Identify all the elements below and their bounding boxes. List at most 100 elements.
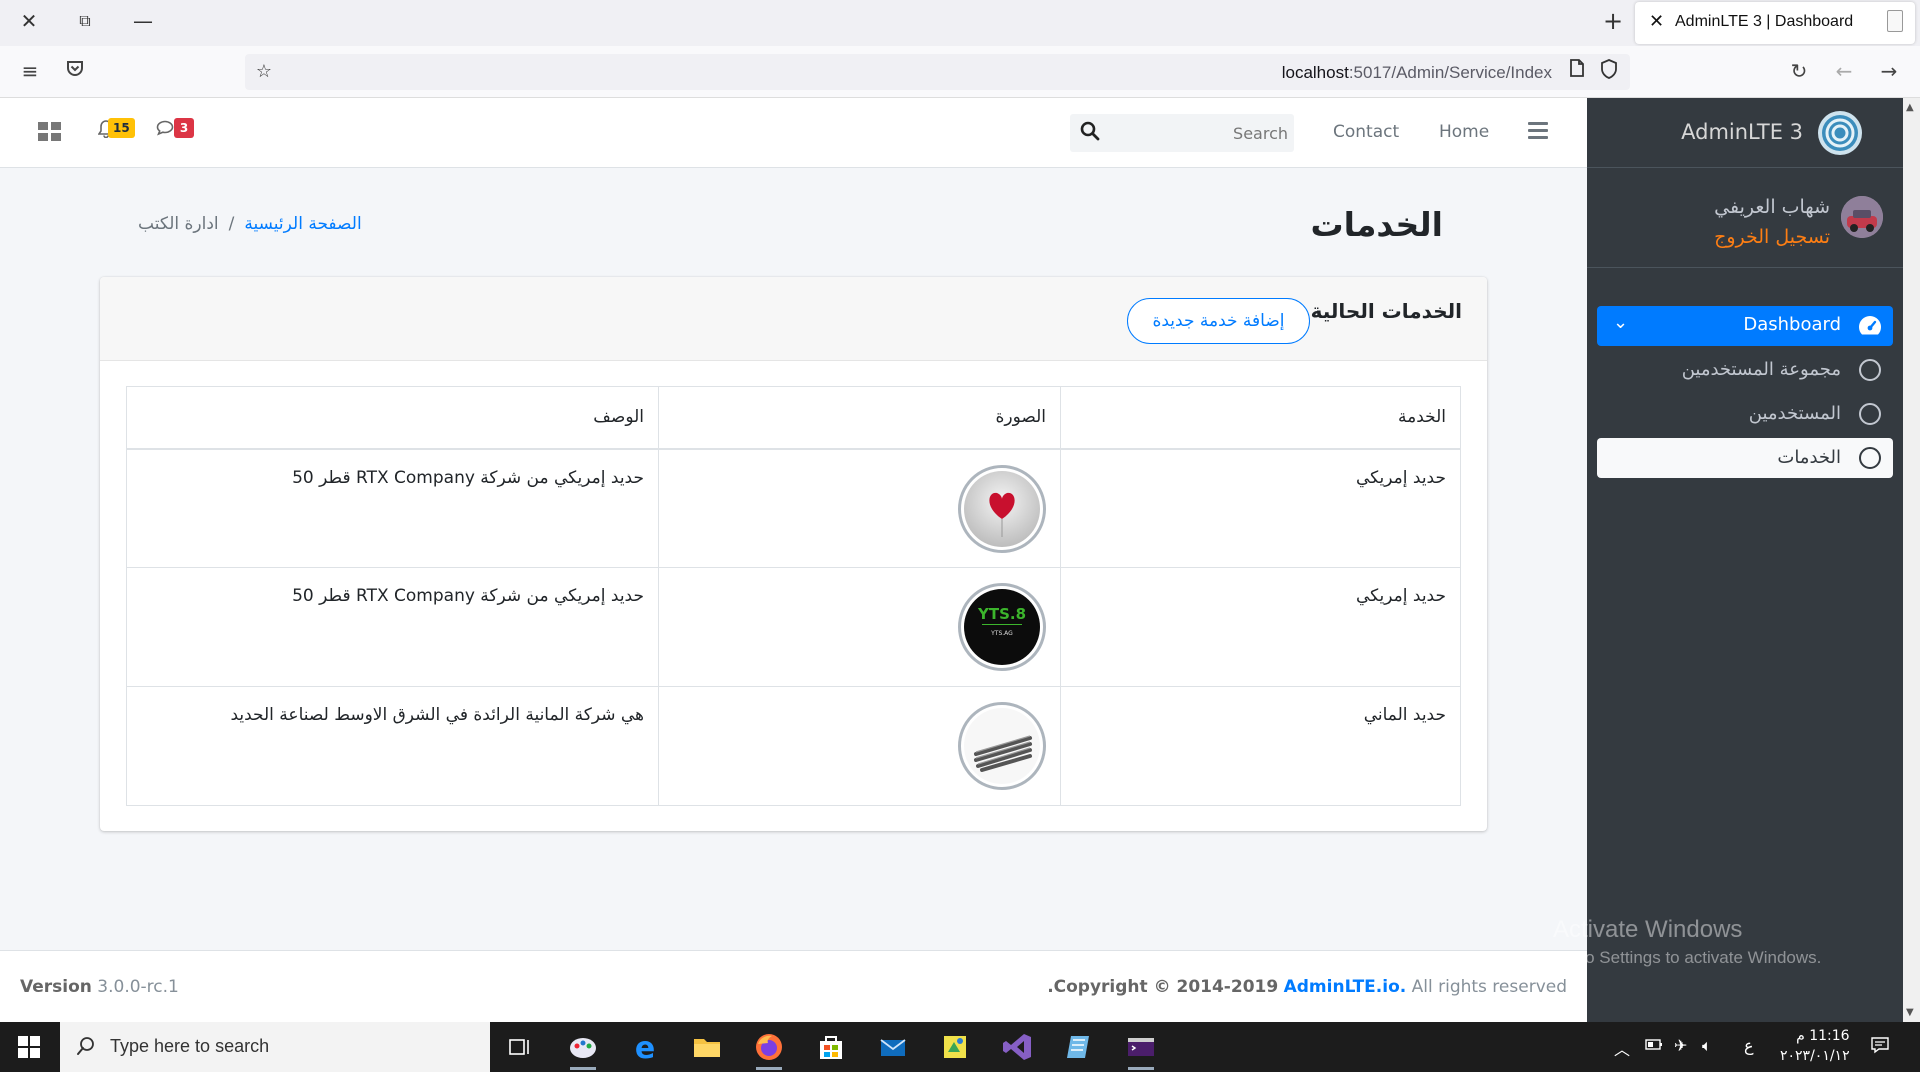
- page-favicon-icon: [1887, 10, 1903, 32]
- tab-close-icon[interactable]: ✕: [1649, 11, 1664, 32]
- window-close-icon[interactable]: ✕: [14, 6, 44, 36]
- forward-arrow-icon[interactable]: →: [1874, 56, 1904, 86]
- microsoft-store-icon[interactable]: [814, 1030, 848, 1064]
- firefox-icon[interactable]: [752, 1030, 786, 1070]
- service-name-cell: حديد إمريكي: [1060, 567, 1461, 687]
- sidebar-menu: Dashboard ⌄ مجموعة المستخدمين المستخدمين…: [1597, 306, 1893, 482]
- svg-text:YTS.AG: YTS.AG: [990, 630, 1013, 637]
- pocket-icon[interactable]: [60, 56, 90, 86]
- breadcrumb-separator: /: [228, 214, 235, 234]
- windows-taskbar: Type here to search e ︿ ✈ 🔈︎ ع 11:16 م ٢…: [0, 1022, 1920, 1072]
- add-service-button[interactable]: إضافة خدمة جديدة: [1127, 298, 1310, 344]
- service-image-cell: [658, 448, 1061, 568]
- volume-icon[interactable]: 🔈︎: [1702, 1036, 1712, 1056]
- main-sidebar: AdminLTE 3 شهاب العريفي تسجيل الخروج Das…: [1587, 98, 1903, 1022]
- new-tab-icon[interactable]: +: [1598, 6, 1628, 36]
- windows-start-icon[interactable]: [18, 1036, 40, 1058]
- sidebar-toggle-icon[interactable]: [1528, 122, 1548, 140]
- browser-tab-bar: ✕ ⧉ — + ✕ AdminLTE 3 | Dashboard: [0, 0, 1920, 46]
- adminlte-link[interactable]: AdminLTE.io.: [1284, 977, 1407, 997]
- card-title: الخدمات الحالية: [1310, 299, 1462, 323]
- activate-windows-watermark: Activate Windows Go to Settings to activ…: [1553, 916, 1822, 967]
- breadcrumb: الصفحة الرئيسية / ادارة الكتب: [138, 214, 362, 234]
- user-panel: شهاب العريفي تسجيل الخروج: [1587, 168, 1903, 268]
- paint-app-icon[interactable]: [566, 1030, 600, 1070]
- svg-text:8.YTS: 8.YTS: [977, 605, 1026, 623]
- sidebar-item-dashboard[interactable]: Dashboard ⌄: [1597, 306, 1893, 346]
- adminlte-logo-icon: [1817, 110, 1863, 156]
- bookmark-star-icon[interactable]: ☆: [251, 59, 277, 85]
- search-input[interactable]: [1110, 114, 1288, 152]
- column-header-service: الخدمة: [1060, 386, 1461, 450]
- svg-text:e: e: [635, 1031, 655, 1064]
- browser-menu-icon[interactable]: ≡: [15, 56, 45, 86]
- table-row: حديد إمريكي حديد إمريكي من شركة RTX Comp…: [126, 448, 1461, 568]
- taskbar-search[interactable]: Type here to search: [60, 1022, 490, 1072]
- sidebar-item-label: مجموعة المستخدمين: [1681, 359, 1841, 380]
- yts-logo-image: 8.YTS YTS.AG: [958, 583, 1046, 671]
- breadcrumb-home-link[interactable]: الصفحة الرئيسية: [244, 214, 361, 234]
- service-image-cell: [658, 686, 1061, 806]
- url-text: localhost:5017/Admin/Service/Index: [1281, 63, 1552, 82]
- sidebar-item-label: Dashboard: [1743, 314, 1841, 335]
- heart-balloon-image: [958, 464, 1046, 553]
- airplane-mode-icon[interactable]: ✈: [1674, 1036, 1687, 1055]
- nav-link-contact[interactable]: Contact: [1333, 122, 1399, 142]
- service-name-cell: حديد الماني: [1060, 686, 1461, 806]
- column-header-description: الوصف: [126, 386, 659, 450]
- browser-toolbar: ≡ ☆ localhost:5017/Admin/Service/Index ↻…: [0, 46, 1920, 98]
- logout-link[interactable]: تسجيل الخروج: [1714, 226, 1830, 248]
- circle-icon: [1859, 403, 1881, 425]
- nav-link-home[interactable]: Home: [1439, 122, 1489, 142]
- visual-studio-icon[interactable]: [1000, 1030, 1034, 1064]
- user-name[interactable]: شهاب العريفي: [1714, 196, 1830, 218]
- apps-grid-icon[interactable]: [38, 122, 62, 142]
- circle-icon: [1859, 359, 1881, 381]
- address-bar[interactable]: ☆ localhost:5017/Admin/Service/Index: [245, 54, 1630, 90]
- file-explorer-icon[interactable]: [690, 1030, 724, 1064]
- service-description-cell: هي شركة المانية الرائدة في الشرق الاوسط …: [126, 686, 659, 806]
- reader-view-icon[interactable]: [1564, 59, 1590, 85]
- input-language-indicator[interactable]: ع: [1744, 1036, 1754, 1055]
- brand-link[interactable]: AdminLTE 3: [1587, 98, 1903, 168]
- mail-icon[interactable]: [876, 1030, 910, 1064]
- avatar[interactable]: [1841, 196, 1883, 238]
- reload-icon[interactable]: ↻: [1784, 56, 1814, 86]
- page-scrollbar[interactable]: ▲ ▼: [1903, 98, 1920, 1022]
- scroll-up-icon[interactable]: ▲: [1906, 102, 1914, 113]
- search-icon: [76, 1036, 96, 1056]
- breadcrumb-current: ادارة الكتب: [138, 214, 219, 234]
- card-header: الخدمات الحالية إضافة خدمة جديدة: [100, 277, 1487, 361]
- taskbar-clock[interactable]: 11:16 م ٢٠٢٣/٠١/١٢: [1780, 1026, 1850, 1066]
- notebook-app-icon[interactable]: [1062, 1030, 1096, 1064]
- services-table: الخدمة الصورة الوصف حديد إمريكي حديد إمر…: [126, 386, 1461, 806]
- window-restore-icon[interactable]: ⧉: [70, 6, 100, 36]
- tray-overflow-chevron-icon[interactable]: ︿: [1614, 1036, 1630, 1060]
- service-description-cell: حديد إمريكي من شركة RTX Company قطر 50: [126, 567, 659, 687]
- edge-browser-icon[interactable]: e: [628, 1030, 662, 1066]
- tachometer-icon: [1857, 314, 1883, 338]
- task-view-icon[interactable]: [503, 1030, 537, 1064]
- brand-text: AdminLTE 3: [1681, 120, 1803, 144]
- sticky-app-icon[interactable]: [938, 1030, 972, 1064]
- sidebar-item-user-groups[interactable]: مجموعة المستخدمين: [1597, 350, 1893, 390]
- terminal-icon[interactable]: [1124, 1030, 1158, 1070]
- sidebar-item-label: المستخدمين: [1748, 403, 1841, 424]
- shield-icon[interactable]: [1596, 59, 1622, 85]
- sidebar-item-services[interactable]: الخدمات: [1597, 438, 1893, 478]
- table-header-row: الخدمة الصورة الوصف: [126, 386, 1461, 450]
- steel-rebar-image: [958, 702, 1046, 790]
- search-icon[interactable]: [1080, 121, 1100, 141]
- window-minimize-icon[interactable]: —: [128, 6, 158, 36]
- back-arrow-icon[interactable]: ←: [1829, 56, 1859, 86]
- chevron-down-icon: ⌄: [1613, 312, 1629, 333]
- browser-tab[interactable]: ✕ AdminLTE 3 | Dashboard: [1635, 2, 1915, 44]
- sidebar-item-label: الخدمات: [1777, 447, 1841, 468]
- action-center-icon[interactable]: [1870, 1036, 1890, 1058]
- sidebar-item-users[interactable]: المستخدمين: [1597, 394, 1893, 434]
- main-header: 15 3 Contact Home: [0, 98, 1587, 168]
- column-header-image: الصورة: [658, 386, 1061, 450]
- table-row: حديد الماني هي شركة المانية الرائدة في ا…: [126, 686, 1461, 806]
- scroll-down-icon[interactable]: ▼: [1906, 1007, 1914, 1018]
- battery-icon[interactable]: [1644, 1036, 1664, 1056]
